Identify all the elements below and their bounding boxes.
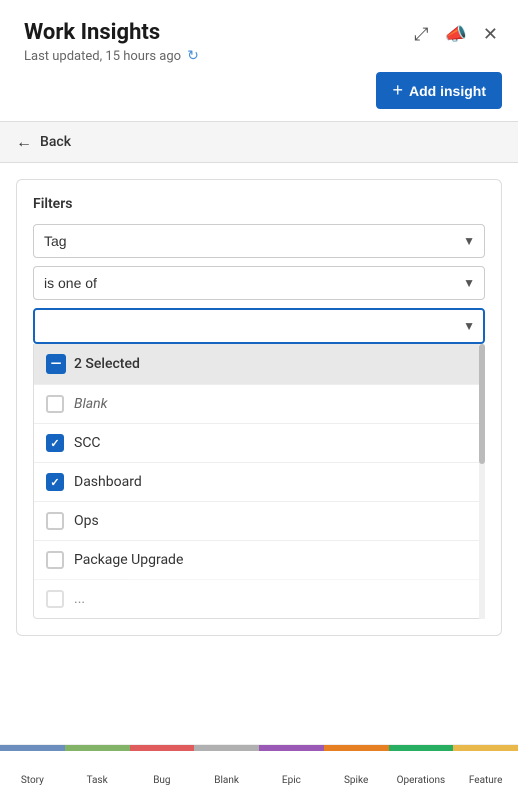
dropdown-list: — 2 Selected Blank SCC Dashboard <box>33 344 485 619</box>
checkbox-scc <box>46 434 64 452</box>
spike-color-bar <box>324 745 389 751</box>
expand-icon[interactable]: ⤢ <box>410 20 432 49</box>
checkbox-dashboard <box>46 473 64 491</box>
item-label-ops: Ops <box>74 513 99 529</box>
item-label-package-upgrade: Package Upgrade <box>74 552 183 568</box>
list-item[interactable]: Dashboard <box>34 462 484 501</box>
panel: Work Insights Last updated, 15 hours ago… <box>0 0 518 792</box>
list-item[interactable]: Ops <box>34 501 484 540</box>
list-item-truncated[interactable]: ... <box>34 579 484 618</box>
epic-color-bar <box>259 745 324 751</box>
tag-label-feature: Feature <box>469 775 503 786</box>
list-item[interactable]: Package Upgrade <box>34 540 484 579</box>
search-wrapper: ▼ <box>33 308 485 344</box>
header-title-area: Work Insights Last updated, 15 hours ago… <box>24 20 199 64</box>
back-bar[interactable]: ← Back <box>0 121 518 163</box>
back-arrow-icon: ← <box>16 132 32 152</box>
tag-bar-item-blank[interactable]: Blank <box>194 745 259 792</box>
tag-bar-item-feature[interactable]: Feature <box>453 745 518 792</box>
search-input[interactable] <box>33 308 485 344</box>
item-label-dashboard: Dashboard <box>74 474 142 490</box>
tag-label-task: Task <box>87 775 108 786</box>
add-insight-row: + Add insight <box>0 72 518 121</box>
list-item[interactable]: SCC <box>34 423 484 462</box>
checkbox-ops <box>46 512 64 530</box>
page-title: Work Insights <box>24 20 199 45</box>
selected-count-label: 2 Selected <box>74 356 140 372</box>
tag-label-blank: Blank <box>214 775 239 786</box>
tag-bar: Story Task Bug Blank Epic Spike Operatio… <box>0 744 518 792</box>
tag-dropdown-wrapper: Tag Status Priority Assignee ▼ <box>33 224 485 258</box>
condition-dropdown[interactable]: is one of is not one of is empty is not … <box>33 266 485 300</box>
back-label: Back <box>40 134 71 150</box>
tag-bar-item-task[interactable]: Task <box>65 745 130 792</box>
filters-title: Filters <box>33 196 485 212</box>
tag-bar-item-bug[interactable]: Bug <box>130 745 195 792</box>
megaphone-icon[interactable]: 📣 <box>440 20 470 49</box>
tag-bar-item-operations[interactable]: Operations <box>389 745 454 792</box>
operations-color-bar <box>389 745 454 751</box>
checkbox-truncated <box>46 590 64 608</box>
blank-color-bar <box>194 745 259 751</box>
tag-bar-item-epic[interactable]: Epic <box>259 745 324 792</box>
refresh-icon[interactable]: ↻ <box>187 48 199 64</box>
checkbox-blank <box>46 395 64 413</box>
tag-label-operations: Operations <box>397 775 446 786</box>
feature-color-bar <box>453 745 518 751</box>
task-color-bar <box>65 745 130 751</box>
tag-dropdown[interactable]: Tag Status Priority Assignee <box>33 224 485 258</box>
header: Work Insights Last updated, 15 hours ago… <box>0 0 518 72</box>
deselect-icon: — <box>46 354 66 374</box>
tag-label-bug: Bug <box>153 775 170 786</box>
selected-header-item[interactable]: — 2 Selected <box>34 344 484 384</box>
item-label-truncated: ... <box>74 591 85 607</box>
header-subtitle: Last updated, 15 hours ago ↻ <box>24 48 199 64</box>
tag-bar-item-spike[interactable]: Spike <box>324 745 389 792</box>
dropdown-list-area: — 2 Selected Blank SCC Dashboard <box>33 344 485 619</box>
filters-card: Filters Tag Status Priority Assignee ▼ i… <box>16 179 502 636</box>
add-insight-button[interactable]: + Add insight <box>376 72 502 109</box>
tag-label-story: Story <box>21 775 44 786</box>
story-color-bar <box>0 745 65 751</box>
bug-color-bar <box>130 745 195 751</box>
checkbox-package-upgrade <box>46 551 64 569</box>
close-icon[interactable]: ✕ <box>479 20 502 49</box>
header-actions: ⤢ 📣 ✕ <box>410 20 502 49</box>
add-insight-label: Add insight <box>409 83 486 99</box>
tag-bar-item-story[interactable]: Story <box>0 745 65 792</box>
item-label-scc: SCC <box>74 435 101 451</box>
tag-label-epic: Epic <box>282 775 301 786</box>
list-item[interactable]: Blank <box>34 384 484 423</box>
scrollbar-thumb[interactable] <box>479 344 485 464</box>
plus-icon: + <box>392 80 403 101</box>
tag-label-spike: Spike <box>344 775 368 786</box>
scrollbar-track <box>479 344 485 619</box>
item-label-blank: Blank <box>74 396 108 412</box>
condition-dropdown-wrapper: is one of is not one of is empty is not … <box>33 266 485 300</box>
last-updated-text: Last updated, 15 hours ago <box>24 49 181 64</box>
